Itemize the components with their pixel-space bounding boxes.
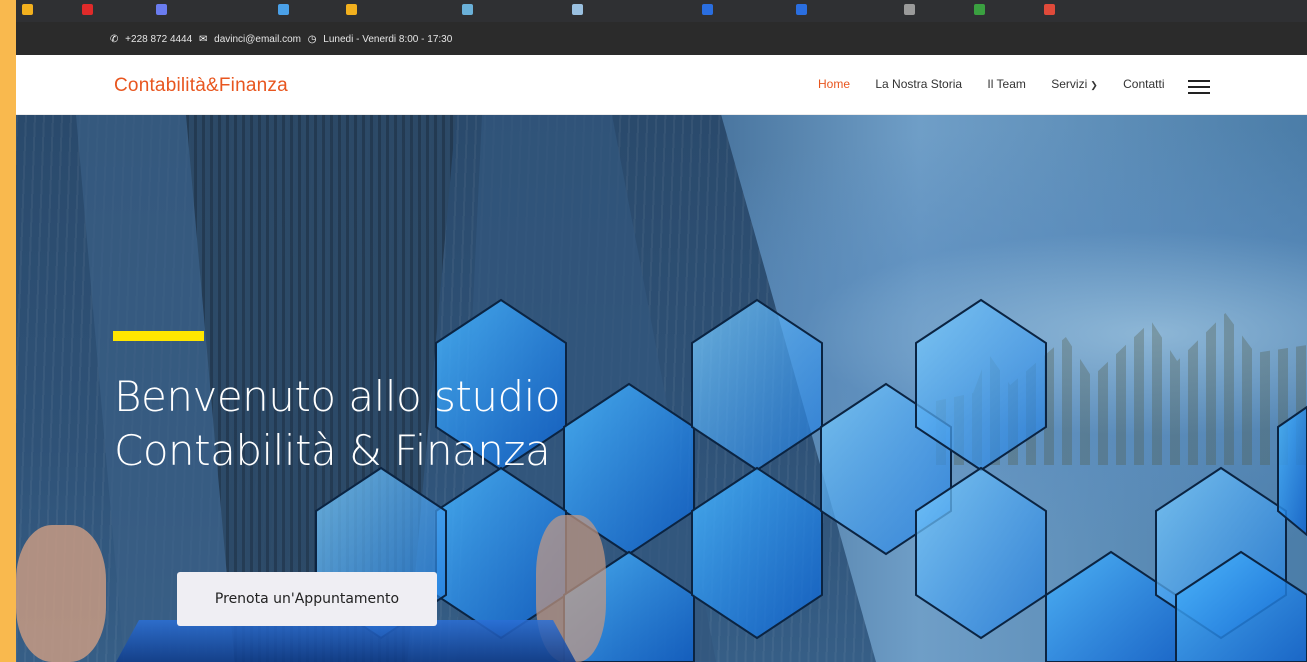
hexagon: [1277, 405, 1307, 537]
chevron-down-icon: ❯: [1090, 80, 1098, 90]
bookmarks-bar: [16, 0, 1307, 22]
bookmark-item[interactable]: [796, 4, 811, 18]
bookmark-item[interactable]: [702, 4, 717, 18]
browser-viewport: ✆ +228 872 4444 ✉ davinci@email.com ◷ Lu…: [16, 0, 1307, 662]
bookmark-youtube[interactable]: [82, 4, 97, 18]
hand-left: [16, 525, 106, 662]
nav-contatti[interactable]: Contatti: [1123, 77, 1164, 91]
envelope-icon: ✉: [198, 34, 208, 45]
tablet-device: [116, 620, 576, 662]
bookmark-item[interactable]: [974, 4, 989, 18]
bookmark-item[interactable]: [904, 4, 919, 18]
hero-title-line-1: Benvenuto allo studio: [114, 372, 561, 421]
main-navbar: Contabilità&Finanza Home La Nostra Stori…: [16, 55, 1307, 115]
accent-bar: [113, 331, 204, 341]
bookmark-item[interactable]: [156, 4, 171, 18]
phone-number[interactable]: +228 872 4444: [125, 34, 192, 45]
bookmark-apps[interactable]: [22, 4, 37, 18]
bookmark-item[interactable]: [278, 4, 293, 18]
nav-il-team[interactable]: Il Team: [987, 77, 1025, 91]
bookmark-item[interactable]: [572, 4, 587, 18]
bookmark-item[interactable]: [462, 4, 477, 18]
nav-home[interactable]: Home: [818, 77, 850, 91]
hero-title: Benvenuto allo studio Contabilità & Fina…: [114, 370, 561, 478]
contact-topbar: ✆ +228 872 4444 ✉ davinci@email.com ◷ Lu…: [16, 22, 1307, 55]
hexagon: [691, 466, 823, 640]
nav-la-nostra-storia[interactable]: La Nostra Storia: [875, 77, 962, 91]
clock-icon: ◷: [307, 34, 317, 45]
hero-title-line-2: Contabilità & Finanza: [114, 426, 551, 475]
email-address[interactable]: davinci@email.com: [214, 34, 301, 45]
opening-hours: Lunedi - Venerdi 8:00 - 17:30: [323, 34, 453, 45]
nav-servizi[interactable]: Servizi ❯: [1051, 77, 1098, 91]
phone-icon: ✆: [110, 34, 119, 45]
site-logo[interactable]: Contabilità&Finanza: [114, 75, 288, 97]
bookmark-item[interactable]: [346, 4, 361, 18]
book-appointment-button[interactable]: Prenota un'Appuntamento: [177, 572, 437, 626]
bookmark-item[interactable]: [1044, 4, 1059, 18]
hexagon: [691, 298, 823, 472]
hero-section: Benvenuto allo studio Contabilità & Fina…: [16, 115, 1307, 662]
hamburger-menu-icon[interactable]: [1188, 80, 1210, 94]
main-nav: Home La Nostra Storia Il Team Servizi ❯ C…: [818, 77, 1187, 91]
nav-servizi-label: Servizi: [1051, 77, 1088, 91]
